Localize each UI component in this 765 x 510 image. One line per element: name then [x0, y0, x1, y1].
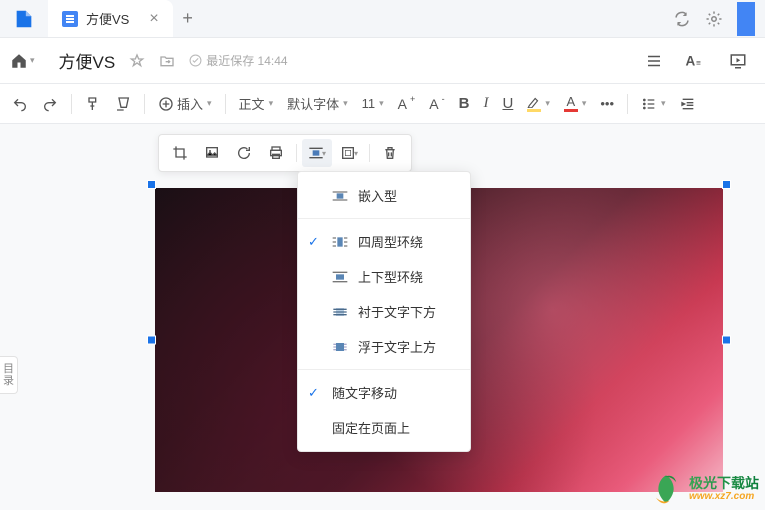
clear-format-button[interactable] — [111, 92, 135, 116]
insert-button[interactable]: 插入▾ — [154, 90, 216, 117]
decrease-font-button[interactable]: A- — [425, 92, 448, 116]
new-tab-button[interactable]: + — [173, 0, 203, 37]
resize-handle-mr[interactable] — [722, 336, 731, 345]
rotate-button[interactable] — [229, 139, 259, 167]
wrap-square-item[interactable]: ✓ 四周型环绕 — [298, 224, 470, 259]
check-icon: ✓ — [308, 234, 319, 250]
increase-font-button[interactable]: A+ — [394, 92, 420, 116]
image-toolbar: ▾ ▾ — [158, 134, 412, 172]
wrap-inline-icon — [332, 190, 348, 202]
more-formatting-button[interactable]: ••• — [596, 92, 618, 115]
text-wrap-button[interactable]: ▾ — [302, 139, 332, 167]
delete-button[interactable] — [375, 139, 405, 167]
home-button[interactable]: ▾ — [10, 52, 35, 70]
italic-button[interactable]: I — [479, 91, 492, 116]
crop-button[interactable] — [165, 139, 195, 167]
fix-on-page-item[interactable]: 固定在页面上 — [298, 410, 470, 445]
move-to-folder-icon[interactable] — [159, 53, 175, 69]
doc-icon — [62, 11, 78, 27]
canvas[interactable]: 目录 ▾ ▾ 嵌入型 ✓ 四周型环绕 上下型环绕 — [0, 124, 765, 510]
doc-title: 方便VS — [59, 48, 116, 73]
menu-icon[interactable] — [645, 52, 663, 70]
save-status: 最近保存 14:44 — [189, 52, 287, 69]
tab-title: 方便VS — [86, 9, 129, 28]
undo-button[interactable] — [8, 92, 32, 116]
underline-button[interactable]: U — [498, 91, 517, 116]
titlebar: 方便VS × + — [0, 0, 765, 38]
watermark-logo-icon — [649, 472, 683, 506]
indent-button[interactable] — [676, 92, 700, 116]
settings-icon[interactable] — [705, 10, 723, 28]
wrap-infront-item[interactable]: 浮于文字上方 — [298, 329, 470, 364]
user-avatar[interactable] — [737, 2, 755, 36]
bullet-list-button[interactable]: ▾ — [637, 92, 670, 116]
wrap-inline-item[interactable]: 嵌入型 — [298, 178, 470, 213]
svg-text:A: A — [686, 53, 696, 68]
wrap-behind-item[interactable]: 衬于文字下方 — [298, 294, 470, 329]
watermark: 极光下载站 www.xz7.com — [649, 472, 759, 506]
font-format-icon[interactable]: A≡ — [685, 52, 707, 70]
check-icon: ✓ — [308, 385, 319, 401]
wrap-infront-icon — [332, 341, 348, 353]
star-icon[interactable] — [129, 53, 145, 69]
outline-tab[interactable]: 目录 — [0, 356, 18, 394]
border-button[interactable]: ▾ — [334, 139, 364, 167]
format-painter-button[interactable] — [81, 92, 105, 116]
svg-text:≡: ≡ — [696, 58, 701, 67]
print-button[interactable] — [261, 139, 291, 167]
bold-button[interactable]: B — [455, 91, 474, 116]
resize-handle-ml[interactable] — [147, 336, 156, 345]
wrap-square-icon — [332, 236, 348, 248]
replace-image-button[interactable] — [197, 139, 227, 167]
wrap-topbottom-item[interactable]: 上下型环绕 — [298, 259, 470, 294]
wrap-topbottom-icon — [332, 271, 348, 283]
check-circle-icon — [189, 54, 202, 67]
font-family-select[interactable]: 默认字体▾ — [283, 90, 352, 117]
present-icon[interactable] — [729, 52, 747, 70]
move-with-text-item[interactable]: ✓ 随文字移动 — [298, 375, 470, 410]
redo-button[interactable] — [38, 92, 62, 116]
resize-handle-tl[interactable] — [147, 180, 156, 189]
sync-icon[interactable] — [673, 10, 691, 28]
document-tab[interactable]: 方便VS × — [48, 0, 173, 37]
text-wrap-dropdown: 嵌入型 ✓ 四周型环绕 上下型环绕 衬于文字下方 浮于文字上方 ✓ 随文字移动 … — [297, 171, 471, 452]
main-toolbar: 插入▾ 正文▾ 默认字体▾ 11▾ A+ A- B I U ▾ A▾ ••• ▾ — [0, 84, 765, 124]
close-tab-icon[interactable]: × — [149, 10, 158, 28]
wrap-behind-icon — [332, 306, 348, 318]
resize-handle-tr[interactable] — [722, 180, 731, 189]
font-color-button[interactable]: A▾ — [560, 91, 591, 116]
font-size-select[interactable]: 11▾ — [358, 92, 388, 115]
header: ▾ 方便VS 最近保存 14:44 A≡ — [0, 38, 765, 84]
paragraph-style-select[interactable]: 正文▾ — [235, 90, 278, 117]
highlight-color-button[interactable]: ▾ — [523, 92, 554, 116]
app-logo[interactable] — [0, 0, 48, 37]
